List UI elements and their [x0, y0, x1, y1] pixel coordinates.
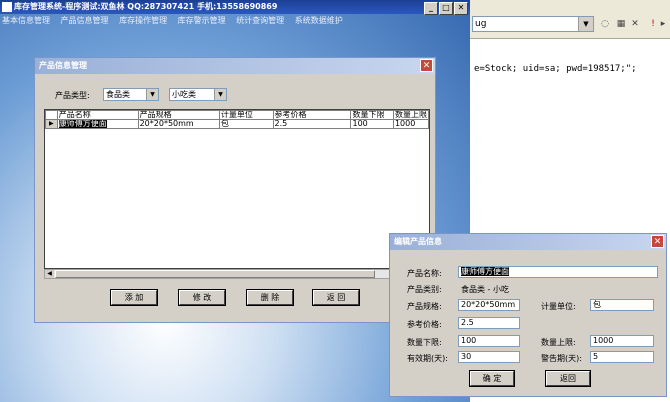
name-field[interactable]: 康师傅方便面 — [458, 266, 658, 278]
menu-stats[interactable]: 统计查询管理 — [236, 16, 284, 25]
spec-label: 产品规格: — [407, 302, 442, 311]
warn-days-field[interactable]: 5 — [590, 351, 654, 363]
grid-icon[interactable]: ▦ — [614, 17, 628, 31]
min-qty-label: 数量下限: — [407, 338, 442, 347]
close-icon[interactable]: ✕ — [651, 235, 664, 248]
edit-window-title-bar: 编辑产品信息 ✕ — [390, 234, 666, 250]
subcategory-select-value: 小吃类 — [172, 90, 196, 99]
valid-days-field[interactable]: 30 — [458, 351, 520, 363]
ide-toolbar: ug ▼ ◌ ▦ ✕ ! ▸ — [470, 0, 670, 39]
menu-bar: 基本信息管理 产品信息管理 库存操作管理 库存警示管理 统计查询管理 系统数据维… — [0, 14, 470, 27]
menu-stock-ops[interactable]: 库存操作管理 — [119, 16, 167, 25]
table-cell: 康师傅方便面 — [56, 119, 139, 129]
category-select-value: 食品类 — [106, 90, 130, 99]
add-button[interactable]: 添 加 — [110, 289, 158, 306]
category-label: 产品类别: — [407, 285, 442, 294]
edit-button[interactable]: 修 改 — [178, 289, 226, 306]
name-field-value: 康师傅方便面 — [461, 267, 509, 276]
delete-button[interactable]: 删 除 — [246, 289, 294, 306]
max-qty-label: 数量上限: — [541, 338, 576, 347]
back-button[interactable]: 返 回 — [312, 289, 360, 306]
main-title: 库存管理系统-程序测试:双鱼林 QQ:287307421 手机:13558690… — [14, 2, 278, 11]
warn-days-label: 警告期(天): — [541, 354, 582, 363]
horizontal-scrollbar[interactable]: ◀ ▶ — [44, 269, 430, 279]
row-indicator-icon: ▶ — [45, 119, 58, 129]
row-indicator-header — [45, 110, 58, 120]
delete-icon[interactable]: ✕ — [628, 17, 642, 31]
app-icon — [2, 2, 12, 12]
menu-maintenance[interactable]: 系统数据维护 — [295, 16, 343, 25]
chevron-down-icon[interactable]: ▼ — [214, 89, 226, 100]
menu-basic-info[interactable]: 基本信息管理 — [2, 16, 50, 25]
ide-config-combo[interactable]: ug ▼ — [472, 16, 594, 32]
col-header[interactable]: 产品规格 — [137, 110, 220, 120]
table-cell[interactable]: 20*20*50mm — [137, 119, 220, 129]
price-field[interactable]: 2.5 — [458, 317, 520, 329]
edit-window-title: 编辑产品信息 — [394, 237, 442, 246]
chevron-down-icon[interactable]: ▼ — [578, 17, 593, 31]
table-row[interactable]: ▶ 康师傅方便面 20*20*50mm 包 2.5 100 1000 — [45, 119, 429, 129]
scroll-left-icon[interactable]: ◀ — [45, 270, 54, 278]
main-title-bar: 库存管理系统-程序测试:双鱼林 QQ:287307421 手机:13558690… — [0, 0, 470, 15]
edit-back-button[interactable]: 返回 — [545, 370, 591, 387]
product-type-label: 产品类型: — [55, 91, 90, 100]
unit-field[interactable]: 包 — [590, 299, 654, 311]
confirm-button[interactable]: 确 定 — [469, 370, 515, 387]
table-cell[interactable]: 100 — [350, 119, 394, 129]
debug-icon[interactable]: ◌ — [598, 17, 612, 31]
product-window-title-bar: 产品信息管理 ✕ — [35, 58, 435, 74]
subcategory-select[interactable]: 小吃类 ▼ — [169, 88, 227, 101]
category-select[interactable]: 食品类 ▼ — [103, 88, 159, 101]
unit-label: 计量单位: — [541, 302, 576, 311]
ide-combo-value: ug — [475, 19, 487, 29]
table-cell[interactable]: 2.5 — [272, 119, 352, 129]
grid-header-row: 产品名称 产品规格 计量单位 参考价格 数量下限 数量上限 — [45, 110, 429, 120]
menu-stock-alert[interactable]: 库存警示管理 — [178, 16, 226, 25]
min-qty-field[interactable]: 100 — [458, 335, 520, 347]
product-info-window: 产品信息管理 ✕ 产品类型: 食品类 ▼ 小吃类 ▼ 产品名称 产品规格 计量单… — [34, 57, 436, 323]
close-icon[interactable]: ✕ — [420, 59, 433, 72]
chevron-down-icon[interactable]: ▼ — [146, 89, 158, 100]
spec-field[interactable]: 20*20*50mm — [458, 299, 520, 311]
menu-product-info[interactable]: 产品信息管理 — [61, 16, 109, 25]
table-cell[interactable]: 包 — [218, 119, 274, 129]
run-icon[interactable]: ▸ — [656, 17, 670, 31]
max-qty-field[interactable]: 1000 — [590, 335, 654, 347]
col-header[interactable]: 数量上限 — [392, 110, 429, 120]
edit-product-window: 编辑产品信息 ✕ 产品名称: 康师傅方便面 产品类别: 食品类 - 小吃 产品规… — [389, 233, 667, 397]
selected-cell-text[interactable]: 康师傅方便面 — [58, 120, 107, 128]
price-label: 参考价格: — [407, 320, 442, 329]
name-label: 产品名称: — [407, 269, 442, 278]
valid-days-label: 有效期(天): — [407, 354, 448, 363]
table-cell[interactable]: 1000 — [392, 119, 429, 129]
col-header[interactable]: 参考价格 — [272, 110, 352, 120]
col-header[interactable]: 产品名称 — [56, 110, 139, 120]
ide-code-line: e=Stock; uid=sa; pwd=198517;"; — [474, 64, 637, 74]
category-value: 食品类 - 小吃 — [461, 285, 509, 294]
scroll-thumb[interactable] — [55, 270, 375, 278]
product-window-title: 产品信息管理 — [39, 61, 87, 70]
col-header[interactable]: 计量单位 — [218, 110, 274, 120]
product-grid[interactable]: 产品名称 产品规格 计量单位 参考价格 数量下限 数量上限 ▶ 康师傅方便面 2… — [44, 109, 430, 269]
col-header[interactable]: 数量下限 — [350, 110, 394, 120]
